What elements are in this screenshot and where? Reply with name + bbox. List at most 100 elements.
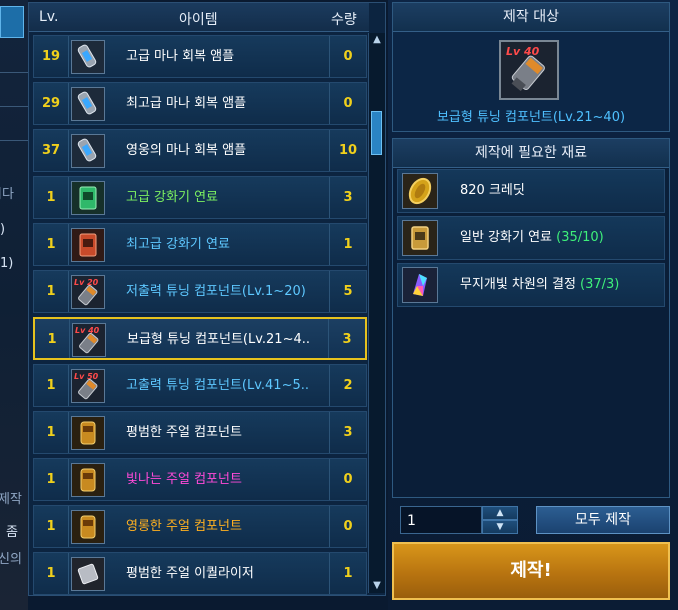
item-quantity: 0 [329, 506, 366, 547]
background-text: ) [0, 222, 6, 237]
craft-target-title: 제작 대상 [393, 3, 669, 32]
list-item[interactable]: 1 최고급 강화기 연료 1 [33, 223, 367, 266]
item-quantity: 10 [329, 130, 366, 171]
item-name: 고급 마나 회복 앰플 [126, 49, 235, 64]
divider [0, 106, 28, 107]
svg-text:Lv 50: Lv 50 [74, 372, 99, 381]
item-level: 37 [34, 130, 69, 171]
item-level: 1 [34, 553, 69, 594]
jewel-component-icon [71, 416, 105, 450]
scroll-down-arrow-icon[interactable]: ▼ [369, 579, 385, 593]
materials-panel: 제작에 필요한 재료 820 크레딧 일반 강화기 연료 (35/10) 무지개… [392, 138, 670, 498]
mana-ampoule-icon [71, 87, 105, 121]
item-name: 저출력 튜닝 컴포넌트(Lv.1~20) [126, 284, 306, 299]
background-text: 1) [0, 256, 14, 271]
list-item[interactable]: 1 Lv 40 보급형 튜닝 컴포넌트(Lv.21~4.. 3 [33, 317, 367, 360]
item-list-panel: Lv. 아이템 수량 19 고급 마나 회복 앰플 0 29 최고급 마나 회복 앰플 0… [28, 2, 386, 596]
jewel-component-icon [71, 463, 105, 497]
normal-fuel-icon [402, 220, 438, 256]
green-fuel-icon [71, 181, 105, 215]
background-text: 신의 [0, 552, 22, 567]
item-name: 보급형 튜닝 컴포넌트(Lv.21~4.. [127, 332, 311, 347]
credit-coin-icon [402, 173, 438, 209]
item-quantity: 0 [329, 459, 366, 500]
item-level: 1 [34, 177, 69, 218]
list-item[interactable]: 1 평범한 주얼 컴포넌트 3 [33, 411, 367, 454]
list-item[interactable]: 1 Lv 50 고출력 튜닝 컴포넌트(Lv.41~5.. 2 [33, 364, 367, 407]
item-level: 1 [34, 506, 69, 547]
mana-ampoule-icon [71, 40, 105, 74]
item-level: 29 [34, 83, 69, 124]
tuning-component-icon: Lv 50 [71, 369, 105, 403]
divider [0, 72, 28, 73]
item-quantity: 1 [329, 553, 366, 594]
item-name: 영롱한 주얼 컴포넌트 [126, 519, 242, 534]
item-level: 1 [34, 365, 69, 406]
item-level: 1 [35, 319, 70, 358]
column-quantity: 수량 [331, 12, 357, 28]
item-quantity: 2 [329, 365, 366, 406]
item-quantity: 1 [329, 224, 366, 265]
item-list-header: Lv. 아이템 수량 [29, 3, 369, 32]
item-name: 최고급 강화기 연료 [126, 237, 230, 252]
tuning-component-icon: Lv 40 [72, 323, 106, 357]
quantity-box [400, 506, 482, 534]
background-scene: 니다 ) 1) 제작 좀 신의 [0, 0, 28, 610]
item-quantity: 5 [329, 271, 366, 312]
item-list-scrollbar[interactable]: ▲ ▼ [368, 33, 385, 593]
material-row: 무지개빛 차원의 결정 (37/3) [397, 263, 665, 307]
quantity-input[interactable] [405, 510, 481, 532]
background-tab-highlight [0, 6, 24, 38]
craft-target-name: 보급형 튜닝 컴포넌트(Lv.21~40) [436, 110, 626, 125]
tuning-component-icon: Lv 20 [71, 275, 105, 309]
craft-button[interactable]: 제작! [392, 542, 670, 600]
item-quantity: 0 [329, 83, 366, 124]
red-fuel-icon [71, 228, 105, 262]
rainbow-crystal-icon [402, 267, 438, 303]
item-quantity: 3 [329, 177, 366, 218]
column-level: Lv. [39, 9, 59, 25]
item-level: 1 [34, 224, 69, 265]
item-quantity: 3 [329, 412, 366, 453]
list-item[interactable]: 29 최고급 마나 회복 앰플 0 [33, 82, 367, 125]
svg-text:Lv 40: Lv 40 [506, 45, 540, 58]
material-label: 820 크레딧 [460, 183, 525, 198]
materials-title: 제작에 필요한 재료 [393, 139, 669, 168]
material-row: 일반 강화기 연료 (35/10) [397, 216, 665, 260]
craft-all-button[interactable]: 모두 제작 [536, 506, 670, 534]
list-item[interactable]: 1 고급 강화기 연료 3 [33, 176, 367, 219]
list-item[interactable]: 1 Lv 20 저출력 튜닝 컴포넌트(Lv.1~20) 5 [33, 270, 367, 313]
list-item[interactable]: 1 평범한 주얼 이퀄라이저 1 [33, 552, 367, 595]
craft-target-panel: 제작 대상 Lv 40 보급형 튜닝 컴포넌트(Lv.21~40) [392, 2, 670, 132]
tuning-component-icon: Lv 40 [499, 40, 559, 100]
scroll-up-arrow-icon[interactable]: ▲ [369, 33, 385, 47]
item-name: 빛나는 주얼 컴포넌트 [126, 472, 242, 487]
svg-text:Lv 20: Lv 20 [74, 278, 99, 287]
background-text: 제작 [0, 492, 22, 507]
jewel-component-icon [71, 510, 105, 544]
mana-ampoule-icon [71, 134, 105, 168]
column-item: 아이템 [179, 12, 218, 28]
item-name: 고급 강화기 연료 [126, 190, 218, 205]
divider [0, 140, 28, 141]
quantity-decrease-button[interactable]: ▼ [482, 520, 518, 534]
item-name: 평범한 주얼 이퀄라이저 [126, 566, 254, 581]
item-name: 최고급 마나 회복 앰플 [126, 96, 247, 111]
background-text: 좀 [6, 525, 18, 540]
item-level: 19 [34, 36, 69, 77]
material-label: 일반 강화기 연료 (35/10) [460, 230, 604, 245]
quantity-increase-button[interactable]: ▲ [482, 506, 518, 520]
list-item[interactable]: 1 영롱한 주얼 컴포넌트 0 [33, 505, 367, 548]
svg-text:Lv 40: Lv 40 [75, 326, 100, 335]
item-name: 고출력 튜닝 컴포넌트(Lv.41~5.. [126, 378, 310, 393]
background-text: 니다 [0, 187, 14, 202]
item-level: 1 [34, 412, 69, 453]
material-label: 무지개빛 차원의 결정 (37/3) [460, 277, 620, 292]
scroll-thumb[interactable] [371, 111, 382, 155]
item-name: 평범한 주얼 컴포넌트 [126, 425, 242, 440]
item-quantity: 0 [329, 36, 366, 77]
item-list: 19 고급 마나 회복 앰플 0 29 최고급 마나 회복 앰플 0 37 영웅의 마나 회복… [33, 35, 367, 599]
list-item[interactable]: 37 영웅의 마나 회복 앰플 10 [33, 129, 367, 172]
list-item[interactable]: 19 고급 마나 회복 앰플 0 [33, 35, 367, 78]
list-item[interactable]: 1 빛나는 주얼 컴포넌트 0 [33, 458, 367, 501]
